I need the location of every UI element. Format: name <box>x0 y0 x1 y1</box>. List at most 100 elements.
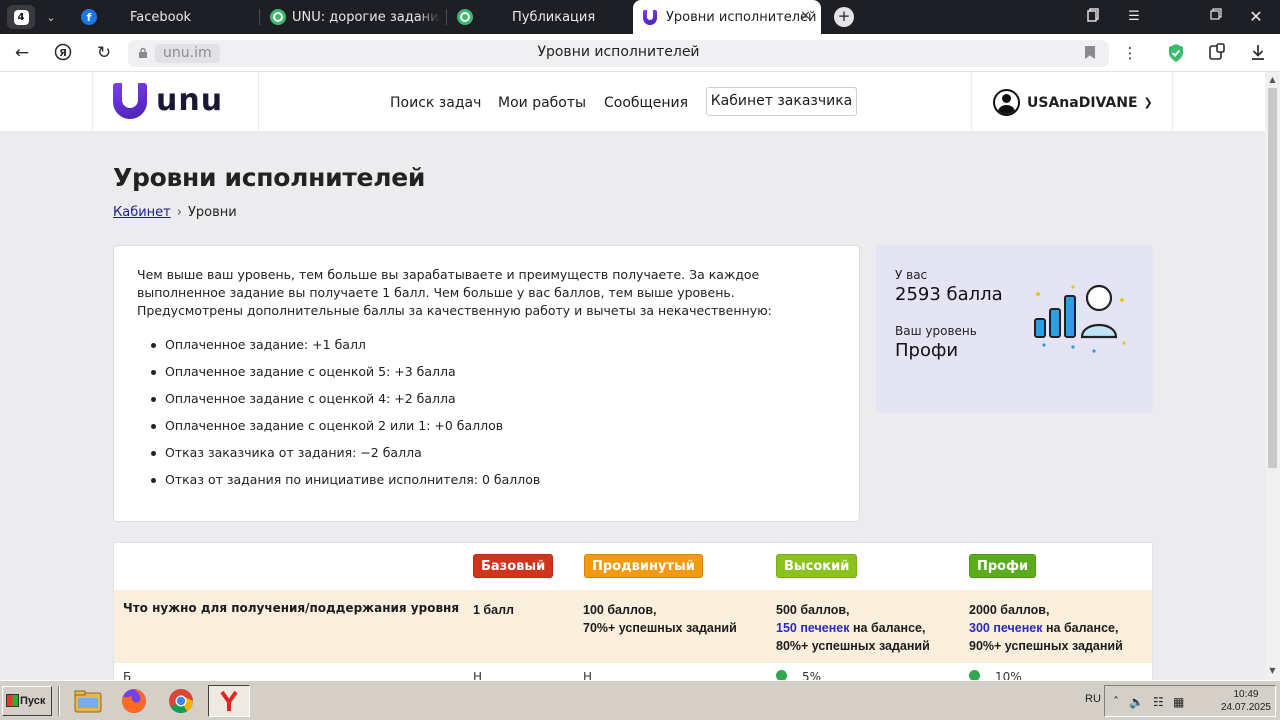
nav-messages[interactable]: Сообщения <box>604 95 688 111</box>
cookies-amount: 150 печенек <box>776 621 850 635</box>
requirement-line: 100 баллов, <box>583 603 657 617</box>
level-value: Профи <box>895 340 959 361</box>
page-title: Уровни исполнителей <box>113 163 426 192</box>
yandex-browser-icon[interactable] <box>208 685 250 717</box>
requirement-line: 1 балл <box>473 603 514 617</box>
site-header: unu Поиск задач Мои работы Сообщения Каб… <box>0 72 1265 131</box>
download-icon[interactable] <box>1247 43 1269 63</box>
nav-my-works[interactable]: Мои работы <box>498 95 586 111</box>
intro-paragraph: Чем выше ваш уровень, тем больше вы зара… <box>137 267 760 300</box>
tab-title: Facebook <box>130 9 192 25</box>
collections-icon[interactable] <box>1083 8 1103 26</box>
tab-counter-button[interactable]: 4 <box>7 5 35 29</box>
chrome-icon[interactable] <box>162 685 200 717</box>
score-card: У вас 2593 балла Ваш уровень Профи <box>876 245 1153 413</box>
requirement-line: 500 баллов, <box>776 603 850 617</box>
level-label: Ваш уровень <box>895 324 977 338</box>
restore-window-icon[interactable] <box>1206 8 1226 26</box>
list-item: Отказ от задания по инициативе исполните… <box>150 471 540 498</box>
network-icon[interactable]: ☷ <box>1153 695 1164 709</box>
address-page-title: Уровни исполнителей <box>537 44 700 60</box>
scrollbar-thumb[interactable] <box>1268 88 1277 468</box>
list-item: Оплаченное задание с оценкой 2 или 1: +0… <box>150 417 540 444</box>
tab-publication[interactable]: Публикация <box>449 0 632 34</box>
address-bar: ← Я ↻ unu.im Уровни исполнителей ⋮ <box>0 34 1280 72</box>
requirement-line: на балансе, <box>1042 621 1119 635</box>
points-value: 2593 балла <box>895 284 1003 305</box>
points-label: У вас <box>895 268 928 282</box>
requirement-pro: 2000 баллов, 300 печенек на балансе, 90%… <box>969 601 1123 655</box>
list-item: Оплаченное задание: +1 балл <box>150 336 540 363</box>
requirement-basic: 1 балл <box>473 601 514 619</box>
svg-text:Я: Я <box>59 48 67 59</box>
scroll-down-icon[interactable]: ▼ <box>1268 666 1277 675</box>
reload-icon[interactable]: ↻ <box>93 43 115 63</box>
volume-icon[interactable]: 🔈 <box>1129 695 1144 709</box>
cookies-amount: 300 печенек <box>969 621 1043 635</box>
tab-facebook[interactable]: f Facebook <box>72 0 258 34</box>
yandex-icon[interactable]: Я <box>52 43 74 63</box>
unu-icon <box>457 9 473 25</box>
back-arrow-icon[interactable]: ← <box>11 43 33 63</box>
requirement-high: 500 баллов, 150 печенек на балансе, 80%+… <box>776 601 930 655</box>
chevron-down-icon: ❯ <box>1143 96 1153 109</box>
username: USAnaDIVANE <box>1027 94 1138 111</box>
chevron-right-icon: › <box>176 205 182 220</box>
requirement-line: 90%+ успешных заданий <box>969 639 1123 653</box>
system-tray: ˆ 🔈 ☷ ▦ 10:49 24.07.2025 <box>1104 685 1276 717</box>
url-field[interactable]: unu.im Уровни исполнителей <box>128 40 1109 67</box>
requirement-advanced: 100 баллов, 70%+ успешных заданий <box>583 601 737 637</box>
customer-cabinet-button[interactable]: Кабинет заказчика <box>706 87 857 116</box>
badge-basic: Базовый <box>473 554 554 578</box>
nav-find-tasks[interactable]: Поиск задач <box>390 95 481 111</box>
unu-icon <box>270 9 286 25</box>
points-rules-list: Оплаченное задание: +1 балл Оплаченное з… <box>150 336 540 498</box>
start-button[interactable]: Пуск <box>2 686 52 716</box>
tab-title: UNU: дорогие задания дл <box>292 9 440 25</box>
tab-title: Публикация <box>512 9 596 25</box>
requirement-line: 2000 баллов, <box>969 603 1050 617</box>
browser-tab-strip: 4 ⌄ f Facebook UNU: дорогие задания дл П… <box>0 0 1280 34</box>
requirement-label: Что нужно для получения/поддержания уров… <box>123 601 460 615</box>
scroll-up-icon[interactable]: ▲ <box>1268 75 1277 84</box>
levels-table: Базовый Продвинутый Высокий Профи Что ну… <box>113 542 1153 682</box>
facebook-icon: f <box>81 9 97 25</box>
unu-logo-mark-icon <box>113 83 147 119</box>
unu-logo[interactable]: unu <box>113 83 223 119</box>
clock[interactable]: 10:49 24.07.2025 <box>1221 688 1271 714</box>
signal-icon[interactable]: ▦ <box>1173 695 1184 709</box>
chevron-down-icon[interactable]: ⌄ <box>38 5 64 29</box>
shield-icon[interactable] <box>1165 43 1187 63</box>
intro-text: Чем выше ваш уровень, тем больше вы зара… <box>137 266 817 320</box>
requirement-line: 70%+ успешных заданий <box>583 621 737 635</box>
chevron-up-icon[interactable]: ˆ <box>1113 695 1119 709</box>
table-row: Что нужно для получения/поддержания уров… <box>114 590 1152 663</box>
more-vertical-icon[interactable]: ⋮ <box>1119 43 1141 63</box>
tab-levels[interactable]: Уровни исполнителей ✕ <box>633 0 821 34</box>
badge-high: Высокий <box>776 554 858 578</box>
clock-date: 24.07.2025 <box>1220 702 1271 713</box>
avatar-icon <box>993 89 1020 116</box>
close-tab-icon[interactable]: ✕ <box>800 9 811 24</box>
clock-time: 10:49 <box>1233 689 1259 700</box>
badge-advanced: Продвинутый <box>584 554 703 578</box>
user-menu[interactable]: USAnaDIVANE ❯ <box>993 89 1153 116</box>
level-growth-illustration-icon <box>1034 284 1126 353</box>
breadcrumb-link-cabinet[interactable]: Кабинет <box>113 205 171 220</box>
intro-paragraph-2: Предусмотрены дополнительные баллы за ка… <box>137 303 772 318</box>
taskbar: Пуск RU ˆ 🔈 ☷ ▦ 10:49 24.07.2025 <box>0 680 1280 720</box>
badge-pro: Профи <box>969 554 1037 578</box>
close-window-icon[interactable]: ✕ <box>1246 8 1266 26</box>
file-explorer-icon[interactable] <box>69 685 107 717</box>
extensions-icon[interactable] <box>1206 43 1228 63</box>
page-scrollbar[interactable]: ▲ ▼ <box>1265 72 1280 680</box>
new-tab-button[interactable]: + <box>834 7 854 27</box>
unu-logo-icon <box>643 9 657 25</box>
breadcrumb-current: Уровни <box>187 205 237 220</box>
firefox-icon[interactable] <box>115 685 153 717</box>
language-indicator[interactable]: RU <box>1085 693 1101 705</box>
minimize-window-icon[interactable] <box>1165 3 1185 21</box>
menu-icon[interactable]: ☰ <box>1124 8 1144 26</box>
tab-unu-tasks[interactable]: UNU: дорогие задания дл <box>262 0 445 34</box>
levels-info-card: Чем выше ваш уровень, тем больше вы зара… <box>113 245 860 522</box>
